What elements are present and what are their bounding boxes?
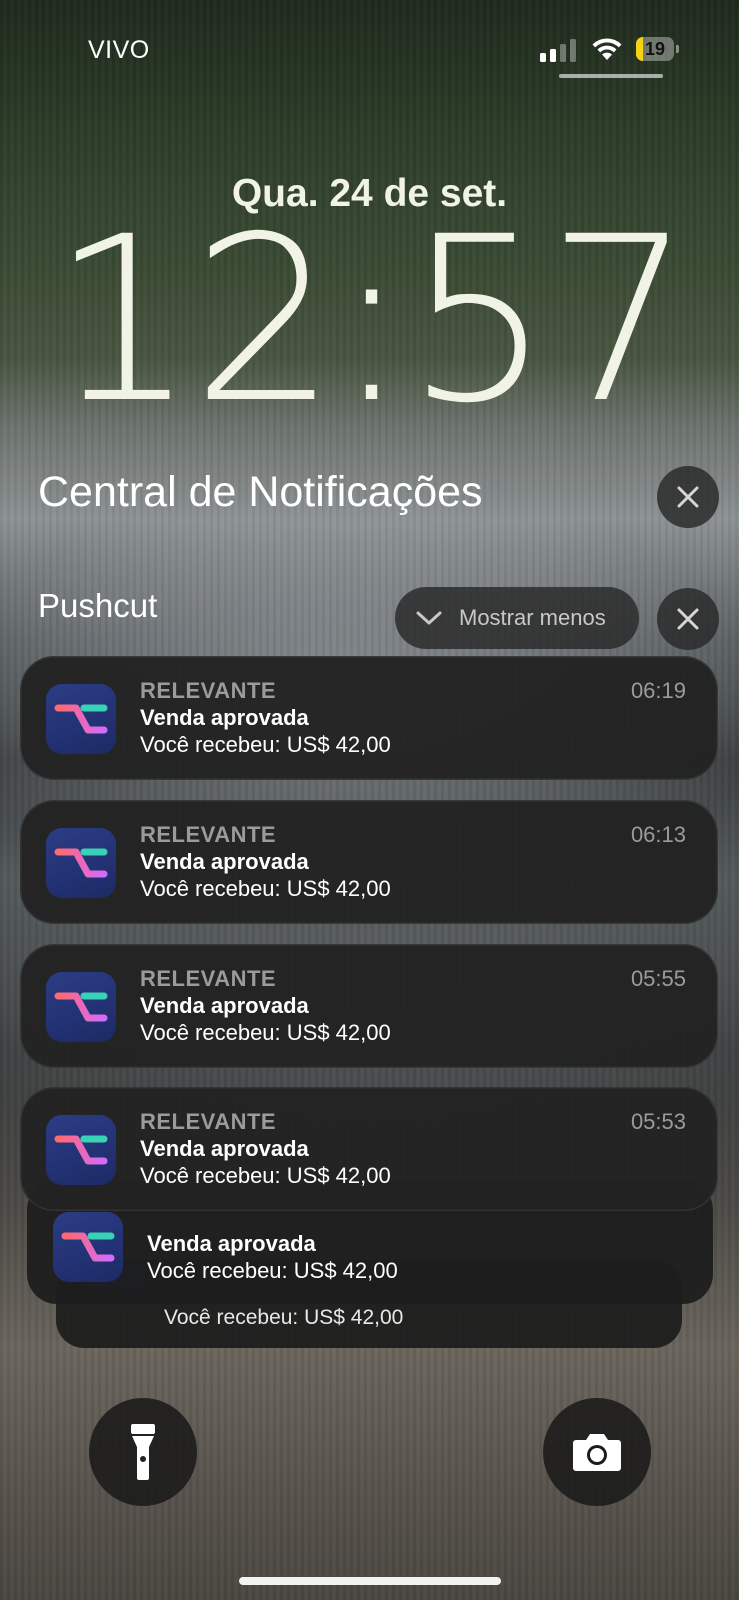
clear-all-button[interactable] — [657, 466, 719, 528]
show-less-button[interactable]: Mostrar menos — [395, 587, 639, 649]
notification-time: 06:19 — [630, 678, 686, 703]
notification-body: Você recebeu: US$ 42,00 — [164, 1306, 404, 1329]
flashlight-icon — [131, 1424, 155, 1480]
notification-card[interactable]: RELEVANTE 06:13 Venda aprovada Você rece… — [20, 800, 718, 924]
notification-card[interactable]: RELEVANTE 05:53 Venda aprovada Você rece… — [20, 1087, 718, 1211]
notification-title: Venda aprovada — [140, 849, 309, 874]
notification-body: Você recebeu: US$ 42,00 — [140, 876, 391, 901]
close-icon — [677, 608, 699, 630]
notification-card[interactable]: RELEVANTE 06:19 Venda aprovada Você rece… — [20, 656, 718, 780]
notification-center-title: Central de Notificações — [38, 468, 483, 516]
notification-group-title: Pushcut — [38, 587, 158, 624]
app-icon — [53, 1212, 123, 1282]
carrier-name: VIVO — [88, 36, 150, 64]
lock-screen-clock: 12:57 — [50, 187, 692, 453]
wifi-icon — [590, 36, 624, 62]
notification-body: Você recebeu: US$ 42,00 — [147, 1258, 398, 1283]
notification-title: Venda aprovada — [140, 705, 309, 730]
notification-title: Venda aprovada — [140, 993, 309, 1018]
notification-body: Você recebeu: US$ 42,00 — [140, 1163, 391, 1188]
home-indicator[interactable] — [239, 1577, 501, 1585]
notification-app-name: RELEVANTE — [140, 966, 277, 991]
notification-app-name: RELEVANTE — [140, 1109, 277, 1134]
app-icon — [46, 1115, 116, 1185]
camera-button[interactable] — [543, 1398, 651, 1506]
notification-time: 05:53 — [630, 1109, 686, 1134]
notification-app-name: RELEVANTE — [140, 822, 277, 847]
battery-charging-icon: 19 — [636, 37, 680, 61]
notification-time: 05:55 — [630, 966, 686, 991]
notification-card[interactable]: RELEVANTE 05:55 Venda aprovada Você rece… — [20, 944, 718, 1068]
notification-time: 06:13 — [630, 822, 686, 847]
show-less-label: Mostrar menos — [459, 605, 606, 630]
app-icon — [46, 972, 116, 1042]
app-icon — [46, 684, 116, 754]
cellular-signal-icon — [540, 38, 576, 62]
battery-level: 19 — [644, 39, 666, 59]
notification-title: Venda aprovada — [140, 1136, 309, 1161]
camera-icon — [573, 1434, 621, 1471]
control-center-indicator[interactable] — [559, 74, 663, 78]
notification-body: Você recebeu: US$ 42,00 — [140, 1020, 391, 1045]
flashlight-button[interactable] — [89, 1398, 197, 1506]
chevron-down-icon — [416, 611, 442, 625]
close-icon — [677, 486, 699, 508]
notification-title: Venda aprovada — [147, 1231, 316, 1256]
notification-body: Você recebeu: US$ 42,00 — [140, 732, 391, 757]
app-icon — [46, 828, 116, 898]
clear-group-button[interactable] — [657, 588, 719, 650]
notification-app-name: RELEVANTE — [140, 678, 277, 703]
